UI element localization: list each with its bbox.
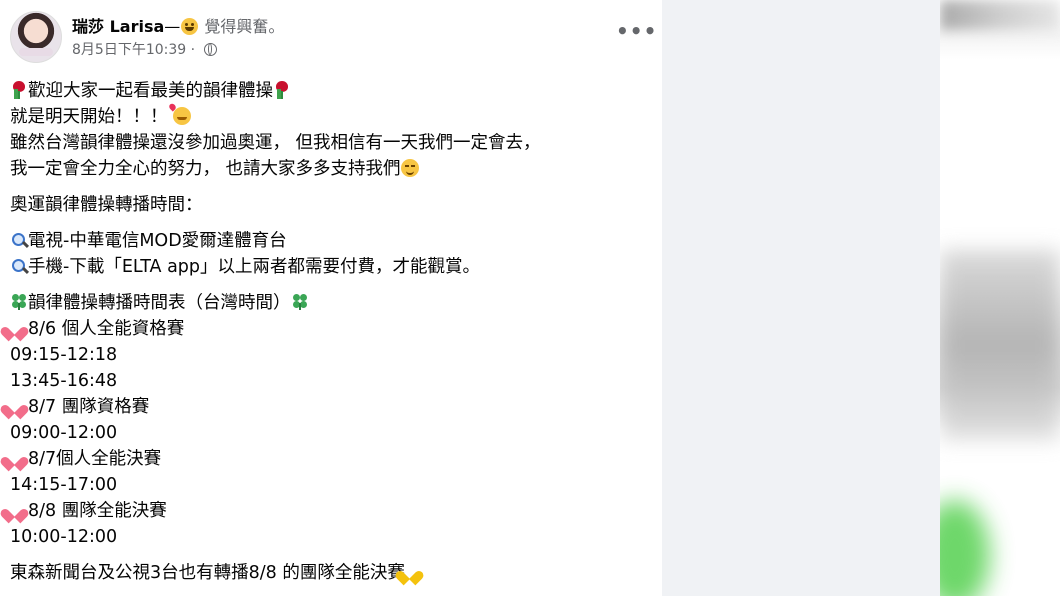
content-line: 雖然台灣韻律體操還沒參加過奧運， 但我相信有一天我們一定會去， [10, 130, 650, 156]
schedule-time: 10:00-12:00 [10, 524, 650, 550]
pink-heart-icon [10, 449, 28, 467]
event-time: 13:45-16:48 [10, 371, 118, 391]
author-name[interactable]: 瑞莎 Larisa [72, 17, 164, 36]
content-line: 奧運韻律體操轉播時間： [10, 192, 650, 218]
blurred-side-panel [940, 0, 1060, 596]
content-line: 手機-下載「ELTA app」以上兩者都需要付費，才能觀賞。 [10, 254, 650, 280]
schedule-item: 8/8 團隊全能決賽 [10, 498, 650, 524]
support-text-1: 雖然台灣韻律體操還沒參加過奧運， 但我相信有一天我們一定會去， [10, 133, 541, 153]
schedule-time: 09:00-12:00 [10, 420, 650, 446]
post-header: 瑞莎 Larisa— 覺得興奮。 8月5日下午10:39 · ••• [10, 10, 656, 63]
magnifying-glass-icon [10, 257, 28, 275]
feed-background [662, 0, 940, 596]
post-timestamp[interactable]: 8月5日下午10:39 [72, 42, 186, 58]
event-title: 8/7個人全能決賽 [28, 449, 162, 469]
pink-heart-icon [10, 397, 28, 415]
post-card: 瑞莎 Larisa— 覺得興奮。 8月5日下午10:39 · ••• 歡迎大家一… [0, 0, 662, 596]
schedule-time: 13:45-16:48 [10, 368, 650, 394]
schedule-item: 8/7個人全能決賽 [10, 446, 650, 472]
pink-heart-icon [10, 501, 28, 519]
content-line: 韻律體操轉播時間表（台灣時間） [10, 290, 650, 316]
magnifying-glass-icon [10, 231, 28, 249]
content-line: 東森新聞台及公視3台也有轉播8/8 的團隊全能決賽 [10, 560, 650, 586]
post-content: 歡迎大家一起看最美的韻律體操 就是明天開始！！！ 雖然台灣韻律體操還沒參加過奧運… [10, 78, 650, 586]
yellow-heart-icon [405, 563, 423, 581]
schedule-item: 8/7 團隊資格賽 [10, 394, 650, 420]
event-time: 10:00-12:00 [10, 527, 118, 547]
content-line: 電視-中華電信MOD愛爾達體育台 [10, 228, 650, 254]
pink-heart-icon [10, 319, 28, 337]
schedule-time: 09:15-12:18 [10, 342, 650, 368]
content-line: 我一定會全力全心的努力， 也請大家多多支持我們 [10, 156, 650, 182]
intro-text: 歡迎大家一起看最美的韻律體操 [28, 81, 273, 101]
post-meta: 8月5日下午10:39 · [72, 39, 217, 59]
rose-icon [273, 81, 291, 99]
event-title: 8/8 團隊全能決賽 [28, 501, 167, 521]
smiling-face-with-hearts-icon [173, 107, 192, 125]
footer-text: 東森新聞台及公視3台也有轉播8/8 的團隊全能決賽 [10, 563, 405, 583]
rose-icon [10, 81, 28, 99]
event-time: 09:00-12:00 [10, 423, 118, 443]
more-options-button[interactable]: ••• [616, 21, 656, 46]
smiling-face-icon [400, 159, 419, 177]
meta-separator: · [186, 42, 200, 58]
tv-channel-text: 電視-中華電信MOD愛爾達體育台 [28, 231, 287, 251]
author-avatar[interactable] [10, 11, 62, 63]
schedule-title: 韻律體操轉播時間表（台灣時間） [28, 293, 291, 313]
event-time: 14:15-17:00 [10, 475, 118, 495]
tomorrow-text: 就是明天開始！！！ [10, 107, 168, 127]
feeling-text: 覺得興奮。 [199, 17, 285, 36]
content-line: 就是明天開始！！！ [10, 104, 650, 130]
content-line: 歡迎大家一起看最美的韻律體操 [10, 78, 650, 104]
event-title: 8/6 個人全能資格賽 [28, 319, 185, 339]
mobile-app-text: 手機-下載「ELTA app」以上兩者都需要付費，才能觀賞。 [28, 257, 481, 277]
schedule-item: 8/6 個人全能資格賽 [10, 316, 650, 342]
event-title: 8/7 團隊資格賽 [28, 397, 150, 417]
author-line: 瑞莎 Larisa— 覺得興奮。 [72, 13, 284, 37]
event-time: 09:15-12:18 [10, 345, 118, 365]
excited-face-icon [181, 18, 199, 35]
support-text-2: 我一定會全力全心的努力， 也請大家多多支持我們 [10, 159, 401, 179]
schedule-time: 14:15-17:00 [10, 472, 650, 498]
globe-icon[interactable] [203, 43, 217, 56]
four-leaf-clover-icon [10, 293, 28, 311]
broadcast-title: 奧運韻律體操轉播時間： [10, 195, 203, 215]
four-leaf-clover-icon [291, 293, 309, 311]
feeling-dash: — [164, 17, 181, 36]
